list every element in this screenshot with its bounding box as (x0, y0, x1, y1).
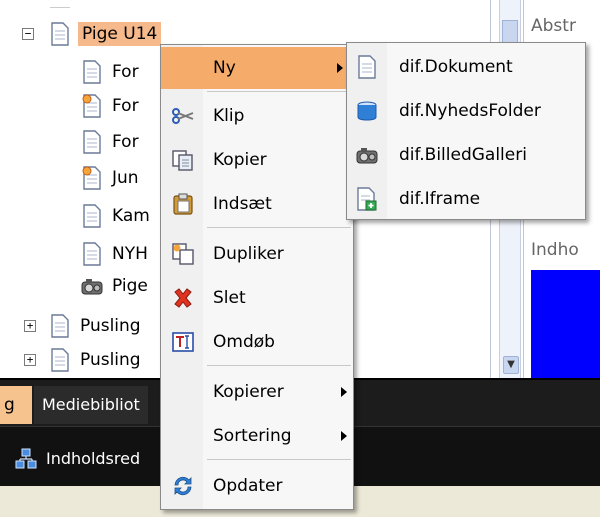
tab-label: Indholdsred (46, 449, 141, 468)
menu-item-label: Indsæt (213, 194, 272, 214)
tree-node[interactable]: For (82, 126, 139, 158)
menu-item-refresh[interactable]: Opdater (161, 465, 353, 507)
tree-node[interactable]: For (82, 90, 139, 122)
document-icon (83, 242, 101, 266)
tree-node-label: Kam (112, 206, 150, 226)
expand-toggle[interactable]: + (24, 354, 36, 366)
menu-separator (207, 365, 351, 366)
submenu-item-label: dif.NyhedsFolder (399, 101, 541, 121)
document-star-icon (82, 166, 101, 190)
context-menu: Ny Klip Kopier Indsæt Dupliker Slet Omdø… (160, 44, 354, 510)
content-editor-icon (15, 448, 37, 469)
collapse-toggle[interactable]: − (22, 28, 34, 40)
menu-item-duplicate[interactable]: Dupliker (161, 233, 353, 275)
tree-node[interactable]: Pige (80, 270, 148, 302)
menu-item-new[interactable]: Ny (161, 47, 353, 89)
menu-item-label: Omdøb (213, 332, 275, 352)
menu-separator (207, 459, 351, 460)
tree-node-label: For (112, 96, 139, 116)
gallery-icon (81, 279, 103, 295)
document-icon (51, 22, 69, 46)
tree-node-label: Pige U14 (78, 22, 162, 46)
gallery-icon (356, 148, 378, 164)
content-preview (531, 270, 600, 378)
new-submenu: dif.Dokument dif.NyhedsFolder dif.Billed… (346, 42, 586, 220)
submenu-arrow-icon (341, 387, 347, 397)
rename-icon (172, 332, 194, 352)
tree-node-label: Pusling (80, 316, 141, 336)
tree-node-label: Jun (112, 168, 139, 188)
tree-node[interactable]: NYH (82, 238, 148, 270)
menu-item-rename[interactable]: Omdøb (161, 321, 353, 363)
menu-item-label: Klip (213, 106, 245, 126)
submenu-item-label: dif.Iframe (399, 189, 481, 209)
document-icon (83, 204, 101, 228)
tree-connector (50, 0, 70, 8)
document-icon (51, 348, 69, 372)
duplicate-icon (172, 243, 194, 265)
tree-node-label: Pusling (80, 350, 141, 370)
submenu-item-label: dif.BilledGalleri (399, 145, 527, 165)
paste-icon (173, 193, 193, 215)
tree-node[interactable]: Kam (82, 200, 150, 232)
tab-content-editor[interactable]: Indholdsred (6, 439, 148, 479)
submenu-arrow-icon (341, 431, 347, 441)
menu-item-cut[interactable]: Klip (161, 95, 353, 137)
refresh-icon (174, 476, 192, 496)
menu-item-label: Slet (213, 288, 246, 308)
submenu-item-news-folder[interactable]: dif.NyhedsFolder (347, 89, 585, 133)
scissors-icon (172, 108, 194, 124)
delete-icon (174, 288, 192, 308)
tree-node-label: For (112, 132, 139, 152)
menu-item-label: Kopierer (213, 382, 284, 402)
submenu-item-iframe[interactable]: dif.Iframe (347, 177, 585, 221)
menu-item-paste[interactable]: Indsæt (161, 183, 353, 225)
abstract-label: Abstr (531, 16, 576, 36)
document-icon (51, 314, 69, 338)
submenu-arrow-icon (337, 63, 343, 73)
menu-item-label: Dupliker (213, 244, 284, 264)
submenu-item-document[interactable]: dif.Dokument (347, 45, 585, 89)
menu-item-label: Sortering (213, 426, 292, 446)
document-icon (83, 130, 101, 154)
menu-item-delete[interactable]: Slet (161, 277, 353, 319)
document-star-icon (82, 94, 101, 118)
menu-item-sorting[interactable]: Sortering (161, 415, 353, 457)
copy-icon (172, 150, 193, 171)
scroll-down-arrow-icon[interactable]: ▼ (503, 356, 519, 374)
tree-node-root[interactable]: − Pige U14 (22, 18, 162, 50)
tree-node-sibling[interactable]: + Pusling (24, 344, 141, 376)
menu-item-label: Kopier (213, 150, 267, 170)
menu-item-copy[interactable]: Kopier (161, 139, 353, 181)
tree-node-label: Pige (112, 276, 148, 296)
iframe-icon (357, 187, 377, 211)
submenu-item-label: dif.Dokument (399, 57, 513, 77)
tab-active[interactable]: g (0, 386, 32, 424)
tree-node[interactable]: Jun (82, 162, 139, 194)
document-icon (358, 55, 376, 79)
document-icon (83, 60, 101, 84)
menu-item-copier[interactable]: Kopierer (161, 371, 353, 413)
tab-media-library[interactable]: Mediebibliot (34, 386, 148, 424)
menu-item-label: Ny (213, 58, 236, 78)
tree-node[interactable]: For (82, 56, 139, 88)
folder-icon (357, 101, 377, 121)
menu-separator (207, 227, 351, 228)
content-label: Indho (531, 240, 579, 260)
submenu-item-gallery[interactable]: dif.BilledGalleri (347, 133, 585, 177)
tree-node-label: For (112, 62, 139, 82)
tree-node-sibling[interactable]: + Pusling (24, 310, 141, 342)
expand-toggle[interactable]: + (24, 320, 36, 332)
menu-separator (207, 91, 351, 92)
tree-node-label: NYH (112, 244, 148, 264)
menu-item-label: Opdater (213, 476, 283, 496)
